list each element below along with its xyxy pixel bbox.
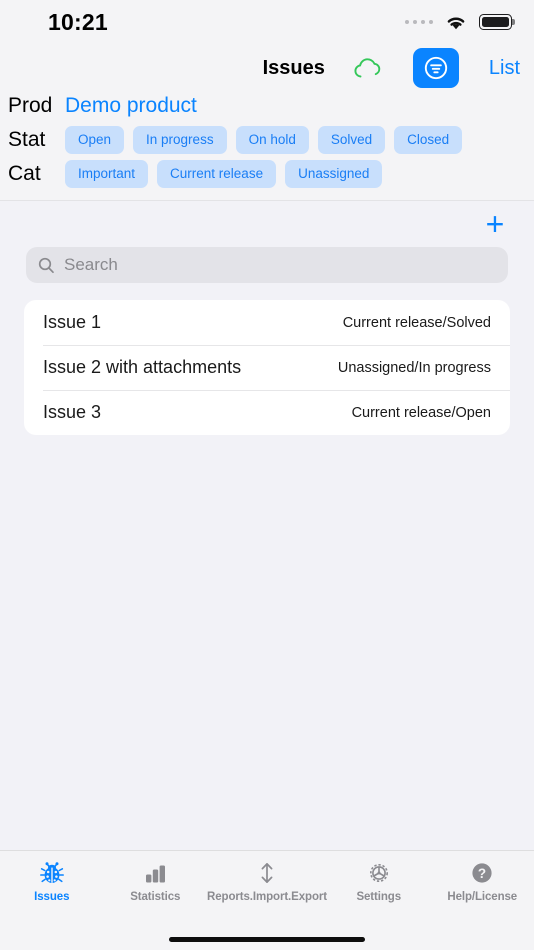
issue-title: Issue 2 with attachments: [43, 357, 242, 377]
cellular-dots-icon: [404, 19, 433, 25]
status-bar-indicators: [404, 14, 512, 31]
add-toolbar: +: [0, 201, 534, 247]
tab-help-license[interactable]: ? Help/License: [430, 858, 534, 903]
gear-icon: [365, 858, 393, 888]
cloud-icon: [354, 58, 381, 78]
cloud-sync-button[interactable]: [347, 51, 391, 85]
question-mark-circle-icon: ?: [468, 858, 496, 888]
filter-label-category: Cat: [8, 162, 41, 185]
table-row[interactable]: Issue 3 Current release/Open: [24, 390, 510, 435]
status-chip-open[interactable]: Open: [65, 126, 125, 154]
search-input[interactable]: Search: [64, 255, 118, 275]
tab-label: Help/License: [447, 891, 518, 903]
filter-label-status: Stat: [8, 128, 46, 151]
category-chip-unassigned[interactable]: Unassigned: [285, 160, 383, 188]
tab-label: Issues: [34, 891, 70, 903]
home-indicator[interactable]: [169, 936, 365, 942]
issue-meta: Unassigned/In progress: [337, 359, 491, 376]
issue-meta: Current release/Solved: [342, 314, 491, 331]
category-chip-group: Important Current release Unassigned: [65, 160, 383, 188]
list-mode-button[interactable]: List: [489, 57, 520, 80]
tab-issues[interactable]: Issues: [0, 858, 104, 903]
nav-top-row: Issues List: [0, 44, 534, 92]
issue-title: Issue 1: [43, 312, 102, 332]
issue-list: Issue 1 Current release/Solved Issue 2 w…: [24, 300, 510, 435]
table-row[interactable]: Issue 2 with attachments Unassigned/In p…: [24, 345, 510, 390]
tab-settings[interactable]: Settings: [327, 858, 431, 903]
tab-reports-import-export[interactable]: Reports.Import.Export: [207, 858, 327, 903]
ladybug-icon: [38, 858, 66, 888]
up-down-arrow-icon: [253, 858, 281, 888]
svg-text:?: ?: [478, 866, 486, 881]
status-chip-closed[interactable]: Closed: [394, 126, 463, 154]
category-chip-important[interactable]: Important: [65, 160, 149, 188]
wifi-icon: [447, 17, 465, 29]
nav-header: Issues List Prod Demo product Stat Open …: [0, 44, 534, 201]
status-chip-in-progress[interactable]: In progress: [133, 126, 227, 154]
tab-bar: Issues Statistics Reports.Import.Export …: [0, 850, 534, 928]
add-issue-button[interactable]: +: [480, 208, 510, 240]
bar-chart-icon: [141, 858, 169, 888]
filter-label-product: Prod: [8, 94, 53, 117]
status-chip-group: Open In progress On hold Solved Closed: [65, 126, 463, 154]
page-title: Issues: [262, 56, 325, 79]
app-window: 10:21 Issues List Prod Demo product Stat…: [0, 0, 534, 950]
status-bar-time: 10:21: [48, 8, 108, 35]
filter-lines-circle-icon: [424, 56, 448, 80]
home-indicator-area: [0, 928, 534, 950]
tab-label: Statistics: [130, 891, 181, 903]
tab-label: Reports.Import.Export: [207, 891, 327, 903]
search-bar[interactable]: Search: [26, 247, 508, 283]
filter-button[interactable]: [412, 48, 459, 88]
issue-title: Issue 3: [43, 402, 102, 422]
tab-statistics[interactable]: Statistics: [104, 858, 208, 903]
product-selector[interactable]: Demo product: [65, 94, 197, 118]
tab-label: Settings: [356, 891, 402, 903]
status-chip-solved[interactable]: Solved: [317, 126, 386, 154]
search-icon: [38, 257, 54, 273]
status-chip-on-hold[interactable]: On hold: [235, 126, 309, 154]
issue-meta: Current release/Open: [351, 404, 491, 421]
filter-row-product: Prod Demo product: [0, 92, 534, 120]
category-chip-current-release[interactable]: Current release: [157, 160, 277, 188]
filter-row-category: Cat Important Current release Unassigned: [0, 160, 534, 188]
search-container: Search: [0, 247, 534, 283]
battery-full-icon: [479, 14, 512, 30]
status-bar: 10:21: [0, 0, 534, 44]
main-content: + Search Issue 1 Current release/Solved …: [0, 201, 534, 850]
table-row[interactable]: Issue 1 Current release/Solved: [24, 300, 510, 345]
filter-row-status: Stat Open In progress On hold Solved Clo…: [0, 126, 534, 154]
